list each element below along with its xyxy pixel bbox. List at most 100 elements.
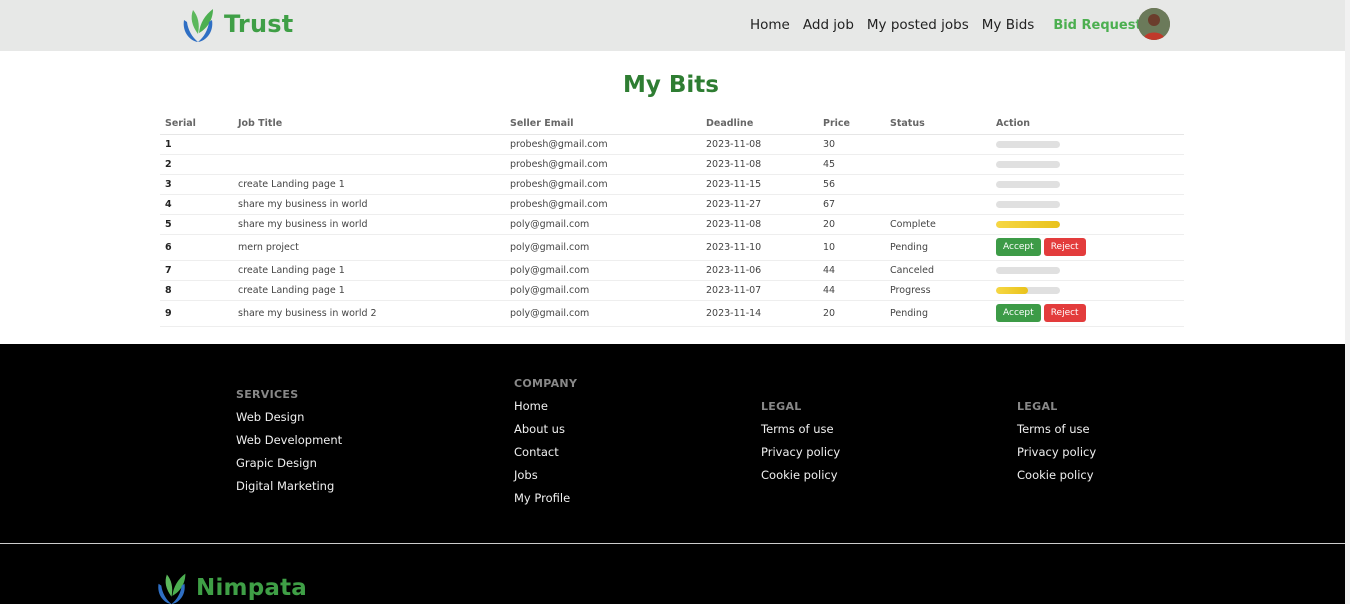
footer-link[interactable]: Jobs bbox=[514, 468, 577, 482]
table-row: 2 probesh@gmail.com 2023-11-08 45 bbox=[160, 154, 1184, 175]
progress-bar bbox=[996, 160, 1060, 168]
footer-link[interactable]: Privacy policy bbox=[761, 445, 840, 459]
page-scrollbar[interactable] bbox=[1345, 0, 1350, 604]
cell-serial: 7 bbox=[160, 260, 233, 281]
footer-link[interactable]: Grapic Design bbox=[236, 456, 342, 470]
table-row: 5 share my business in world poly@gmail.co… bbox=[160, 214, 1184, 235]
footer-link[interactable]: Web Design bbox=[236, 410, 342, 424]
cell-status bbox=[885, 174, 991, 195]
progress-bar bbox=[996, 286, 1060, 294]
cell-seller-email: poly@gmail.com bbox=[505, 214, 701, 235]
cell-job-title: create Landing page 1 bbox=[233, 260, 505, 281]
footer-link[interactable]: Home bbox=[514, 399, 577, 413]
cell-seller-email: probesh@gmail.com bbox=[505, 154, 701, 175]
brand-logo[interactable]: Trust bbox=[178, 4, 293, 44]
progress-fill bbox=[996, 286, 1028, 294]
nav-add-job[interactable]: Add job bbox=[803, 17, 854, 33]
cell-deadline: 2023-11-07 bbox=[701, 280, 818, 301]
header-serial: Serial bbox=[160, 114, 233, 135]
cell-price: 45 bbox=[818, 154, 885, 175]
header-price: Price bbox=[818, 114, 885, 135]
cell-status: Pending bbox=[885, 234, 991, 261]
cell-status bbox=[885, 134, 991, 155]
table-row: 1 probesh@gmail.com 2023-11-08 30 bbox=[160, 134, 1184, 155]
table-row: 4 share my business in world probesh@gmail… bbox=[160, 194, 1184, 215]
table-row: 8 create Landing page 1 poly@gmail.com 2023… bbox=[160, 280, 1184, 301]
cell-deadline: 2023-11-15 bbox=[701, 174, 818, 195]
cell-job-title: share my business in world 2 bbox=[233, 300, 505, 327]
cell-seller-email: probesh@gmail.com bbox=[505, 194, 701, 215]
cell-job-title: share my business in world bbox=[233, 194, 505, 215]
cell-deadline: 2023-11-14 bbox=[701, 300, 818, 327]
cell-deadline: 2023-11-27 bbox=[701, 194, 818, 215]
reject-button[interactable]: Reject bbox=[1043, 304, 1086, 322]
footer-brand-logo[interactable]: Nimpata bbox=[153, 569, 307, 606]
cell-deadline: 2023-11-08 bbox=[701, 134, 818, 155]
footer-link[interactable]: Cookie policy bbox=[1017, 468, 1096, 482]
top-navbar: Trust Home Add job My posted jobs My Bid… bbox=[0, 0, 1345, 51]
leaf-hands-logo-icon bbox=[183, 9, 213, 42]
cell-serial: 5 bbox=[160, 214, 233, 235]
nav-home[interactable]: Home bbox=[750, 17, 790, 33]
progress-bar bbox=[996, 200, 1060, 208]
header-deadline: Deadline bbox=[701, 114, 818, 135]
table-row: 9 share my business in world 2 poly@gmail.… bbox=[160, 300, 1184, 327]
cell-serial: 3 bbox=[160, 174, 233, 195]
footer-link[interactable]: Privacy policy bbox=[1017, 445, 1096, 459]
cell-price: 56 bbox=[818, 174, 885, 195]
footer-link[interactable]: Terms of use bbox=[761, 422, 840, 436]
cell-seller-email: poly@gmail.com bbox=[505, 260, 701, 281]
header-action: Action bbox=[991, 114, 1184, 135]
cell-status bbox=[885, 194, 991, 215]
footer-link[interactable]: Contact bbox=[514, 445, 577, 459]
cell-price: 67 bbox=[818, 194, 885, 215]
cell-status: Progress bbox=[885, 280, 991, 301]
footer-link[interactable]: Terms of use bbox=[1017, 422, 1096, 436]
cell-job-title: create Landing page 1 bbox=[233, 174, 505, 195]
cell-job-title: create Landing page 1 bbox=[233, 280, 505, 301]
cell-deadline: 2023-11-06 bbox=[701, 260, 818, 281]
footer-brand-name: Nimpata bbox=[196, 574, 307, 601]
footer-legal-1: LEGAL Terms of use Privacy policy Cookie… bbox=[761, 400, 840, 482]
header-job-title: Job Title bbox=[233, 114, 505, 135]
footer-link[interactable]: My Profile bbox=[514, 491, 577, 505]
site-footer: SERVICES Web Design Web Development Grap… bbox=[0, 344, 1345, 606]
nav-my-bids[interactable]: My Bids bbox=[982, 17, 1035, 33]
accept-button[interactable]: Accept bbox=[996, 238, 1041, 256]
header-status: Status bbox=[885, 114, 991, 135]
page-title: My Bits bbox=[623, 72, 719, 98]
progress-bar bbox=[996, 140, 1060, 148]
cell-action bbox=[991, 154, 1184, 175]
nav-bid-requests[interactable]: Bid Requests bbox=[1053, 18, 1149, 33]
header-seller-email: Seller Email bbox=[505, 114, 701, 135]
cell-job-title: mern project bbox=[233, 234, 505, 261]
cell-status: Pending bbox=[885, 300, 991, 327]
cell-price: 10 bbox=[818, 234, 885, 261]
cell-status: Complete bbox=[885, 214, 991, 235]
cell-deadline: 2023-11-08 bbox=[701, 154, 818, 175]
reject-button[interactable]: Reject bbox=[1043, 238, 1086, 256]
footer-link[interactable]: Web Development bbox=[236, 433, 342, 447]
cell-serial: 8 bbox=[160, 280, 233, 301]
footer-link[interactable]: Digital Marketing bbox=[236, 479, 342, 493]
cell-job-title: share my business in world bbox=[233, 214, 505, 235]
footer-link[interactable]: Cookie policy bbox=[761, 468, 840, 482]
progress-bar bbox=[996, 266, 1060, 274]
cell-deadline: 2023-11-08 bbox=[701, 214, 818, 235]
user-avatar[interactable] bbox=[1138, 8, 1170, 40]
cell-serial: 2 bbox=[160, 154, 233, 175]
table-row: 6 mern project poly@gmail.com 2023-11-10 10 P… bbox=[160, 234, 1184, 261]
cell-action bbox=[991, 194, 1184, 215]
cell-job-title bbox=[233, 134, 505, 155]
cell-action bbox=[991, 260, 1184, 281]
footer-heading: SERVICES bbox=[236, 388, 299, 401]
nav-my-posted-jobs[interactable]: My posted jobs bbox=[867, 17, 969, 33]
table-row: 3 create Landing page 1 probesh@gmail.com 2… bbox=[160, 174, 1184, 195]
cell-price: 44 bbox=[818, 280, 885, 301]
accept-button[interactable]: Accept bbox=[996, 304, 1041, 322]
bids-table: Serial Job Title Seller Email Deadline P… bbox=[160, 114, 1184, 327]
cell-action bbox=[991, 214, 1184, 235]
footer-link[interactable]: About us bbox=[514, 422, 577, 436]
cell-action bbox=[991, 134, 1184, 155]
main-nav: Home Add job My posted jobs My Bids Bid … bbox=[750, 17, 1162, 33]
